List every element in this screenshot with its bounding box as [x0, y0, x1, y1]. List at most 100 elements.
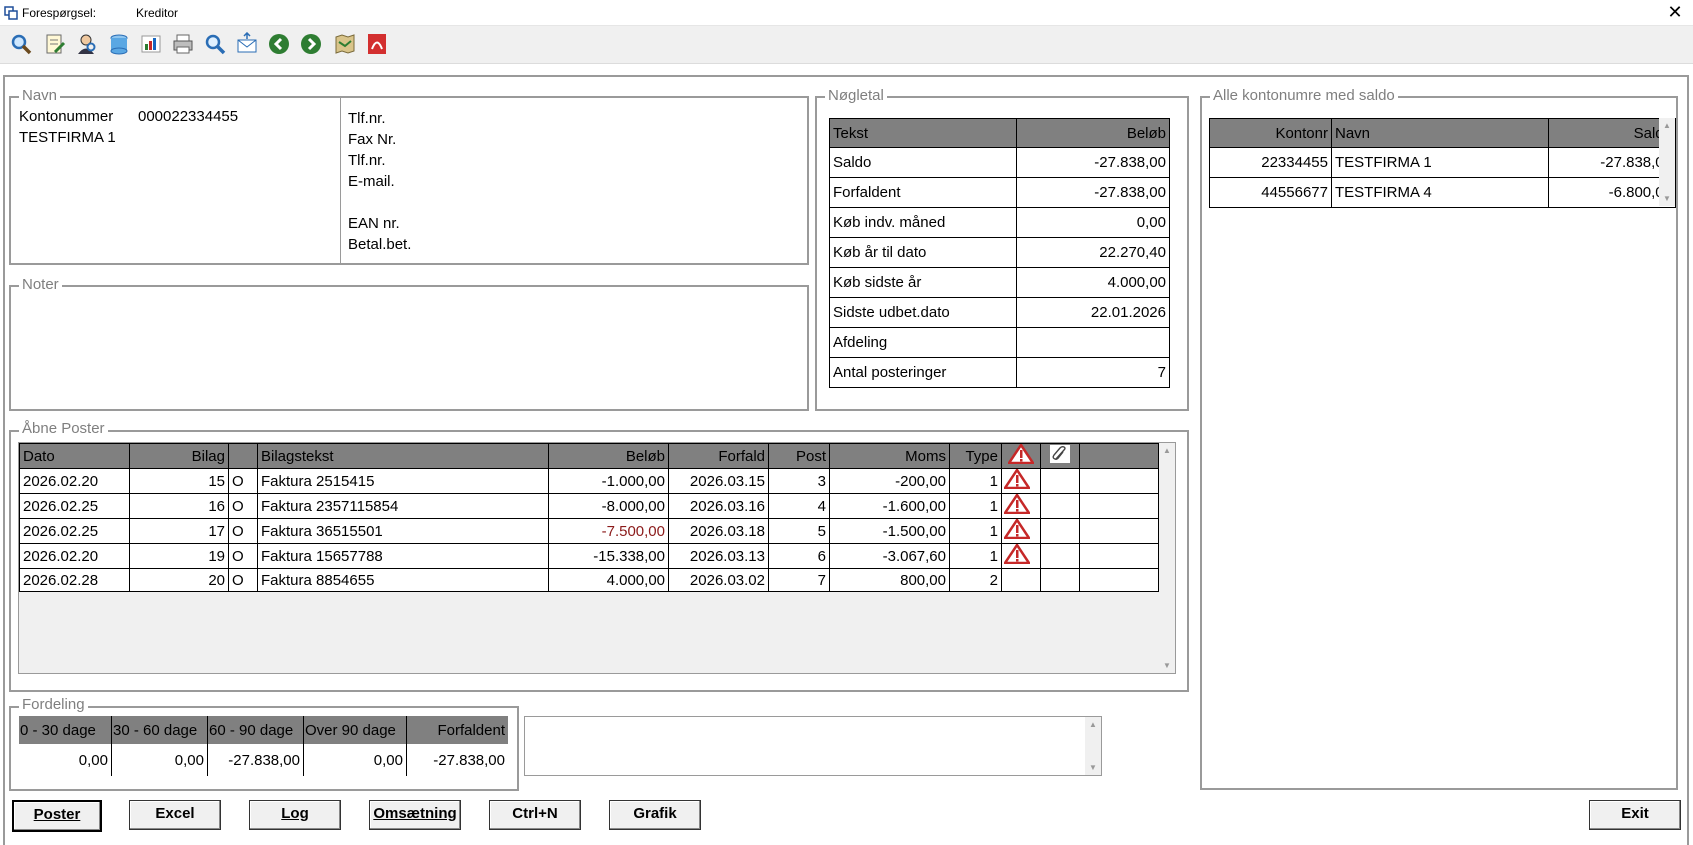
alle-header: Kontonr Navn Saldo — [1209, 118, 1676, 148]
row-value: 4.000,00 — [1016, 267, 1170, 298]
noegletal-row: Forfaldent -27.838,00 — [829, 177, 1170, 208]
scroll-up-icon[interactable]: ▲ — [1163, 446, 1171, 455]
bilag-cell: 16 — [129, 493, 229, 519]
pdf-icon[interactable] — [364, 31, 390, 57]
arrow-left-icon[interactable] — [266, 31, 292, 57]
noegletal-header: Tekst Beløb — [829, 118, 1170, 148]
warning-icon — [1002, 542, 1032, 565]
type-cell: 1 — [949, 493, 1002, 519]
row-value: -27.838,00 — [1016, 147, 1170, 178]
fordeling-values: 0,00 0,00 -27.838,00 0,00 -27.838,00 — [19, 744, 508, 776]
aabne-row[interactable]: 2026.02.25 16 O Faktura 2357115854 -8.00… — [19, 492, 1159, 519]
arrow-right-icon[interactable] — [298, 31, 324, 57]
scroll-down-icon[interactable]: ▼ — [1089, 763, 1097, 772]
exit-label: Exit — [1621, 805, 1649, 822]
header-moms: Moms — [829, 443, 950, 469]
navn-divider — [340, 98, 341, 263]
zoom-icon[interactable] — [202, 31, 228, 57]
grafik-label: Grafik — [633, 805, 677, 822]
grafik-button[interactable]: Grafik — [609, 800, 701, 830]
scroll-down-icon[interactable]: ▼ — [1663, 194, 1671, 203]
row-label: Forfaldent — [829, 177, 1017, 208]
ctrl-n-button[interactable]: Ctrl+N — [489, 800, 581, 830]
bilag-cell: 17 — [129, 518, 229, 544]
excel-button[interactable]: Excel — [129, 800, 221, 830]
aabne-row[interactable]: 2026.02.20 15 O Faktura 2515415 -1.000,0… — [19, 467, 1159, 494]
bilagstekst-cell: Faktura 36515501 — [257, 518, 549, 544]
aabne-row[interactable]: 2026.02.20 19 O Faktura 15657788 -15.338… — [19, 542, 1159, 569]
row-label: Køb sidste år — [829, 267, 1017, 298]
filler-cell — [1079, 543, 1159, 569]
window-subject: Kreditor — [136, 6, 179, 20]
textarea-scrollbar[interactable]: ▲ ▼ — [1085, 717, 1101, 775]
bar-chart-icon[interactable] — [138, 31, 164, 57]
post-cell: 4 — [768, 493, 830, 519]
noegletal-row: Afdeling — [829, 327, 1170, 358]
alle-scrollbar[interactable]: ▲ ▼ — [1659, 118, 1675, 206]
o-cell: O — [228, 468, 258, 494]
navn-title: Navn — [19, 88, 61, 104]
log-label: Log — [281, 805, 309, 822]
noegletal-title: Nøgletal — [825, 88, 887, 104]
warning-cell — [1001, 568, 1041, 592]
print-icon[interactable] — [170, 31, 196, 57]
header-forfaldent: Forfaldent — [437, 721, 505, 739]
type-cell: 1 — [949, 518, 1002, 544]
aabne-scrollbar[interactable]: ▲ ▼ — [1159, 443, 1175, 673]
navn-cell: TESTFIRMA 1 — [1331, 147, 1549, 178]
bilagstekst-cell: Faktura 2357115854 — [257, 493, 549, 519]
row-label: Køb indv. måned — [829, 207, 1017, 238]
window-icon — [4, 6, 18, 20]
comment-textarea[interactable]: ▲ ▼ — [524, 716, 1102, 776]
scroll-up-icon[interactable]: ▲ — [1663, 121, 1671, 130]
noegletal-row: Køb år til dato 22.270,40 — [829, 237, 1170, 268]
window-label: Forespørgsel: — [22, 6, 97, 20]
log-button[interactable]: Log — [249, 800, 341, 830]
noegletal-table: Tekst Beløb Saldo -27.838,00 Forfaldent -2… — [829, 118, 1170, 388]
forfald-cell: 2026.03.13 — [668, 543, 769, 569]
header-over-90: Over 90 dage — [303, 716, 407, 744]
aabne-title: Åbne Poster — [19, 421, 108, 437]
aabne-table: Dato Bilag Bilagstekst Beløb Forfald Pos… — [19, 442, 1159, 592]
value-forfaldent: -27.838,00 — [433, 751, 505, 769]
poster-button[interactable]: Poster — [12, 800, 102, 832]
database-icon[interactable] — [106, 31, 132, 57]
user-search-icon[interactable] — [74, 31, 100, 57]
close-icon[interactable]: ✕ — [1664, 2, 1686, 23]
aabne-row[interactable]: 2026.02.25 17 O Faktura 36515501 -7.500,… — [19, 517, 1159, 544]
row-value: -27.838,00 — [1016, 177, 1170, 208]
forfald-cell: 2026.03.15 — [668, 468, 769, 494]
noegletal-row: Sidste udbet.dato 22.01.2026 — [829, 297, 1170, 328]
noter-group[interactable] — [9, 285, 809, 411]
alle-table: Kontonr Navn Saldo 22334455 TESTFIRMA 1 … — [1209, 118, 1676, 208]
header-0-30: 0 - 30 dage — [19, 716, 112, 744]
email-icon[interactable] — [234, 31, 260, 57]
header-30-60: 30 - 60 dage — [111, 716, 208, 744]
omsaetning-button[interactable]: Omsætning — [369, 800, 461, 830]
warning-icon — [1006, 442, 1036, 465]
map-icon[interactable] — [332, 31, 358, 57]
edit-note-icon[interactable] — [42, 31, 68, 57]
row-label: Køb år til dato — [829, 237, 1017, 268]
scroll-up-icon[interactable]: ▲ — [1089, 720, 1097, 729]
header-saldo: Saldo — [1548, 118, 1676, 148]
paperclip-icon — [1050, 445, 1070, 463]
bilagstekst-cell: Faktura 2515415 — [257, 468, 549, 494]
email-label: E-mail. — [348, 173, 395, 190]
filler-cell — [1079, 518, 1159, 544]
row-value: 7 — [1016, 357, 1170, 388]
scroll-down-icon[interactable]: ▼ — [1163, 661, 1171, 670]
bilagstekst-cell: Faktura 8854655 — [257, 568, 549, 592]
o-cell: O — [228, 518, 258, 544]
moms-cell: 800,00 — [829, 568, 950, 592]
filler-cell — [1079, 568, 1159, 592]
search-icon[interactable] — [8, 31, 34, 57]
aabne-row[interactable]: 2026.02.28 20 O Faktura 8854655 4.000,00… — [19, 568, 1159, 592]
row-value: 0,00 — [1016, 207, 1170, 238]
post-cell: 3 — [768, 468, 830, 494]
noegletal-row: Køb indv. måned 0,00 — [829, 207, 1170, 238]
alle-row[interactable]: 44556677 TESTFIRMA 4 -6.800,00 — [1209, 177, 1676, 208]
alle-row[interactable]: 22334455 TESTFIRMA 1 -27.838,00 — [1209, 147, 1676, 178]
exit-button[interactable]: Exit — [1589, 800, 1681, 830]
saldo-cell: -27.838,00 — [1548, 147, 1676, 178]
